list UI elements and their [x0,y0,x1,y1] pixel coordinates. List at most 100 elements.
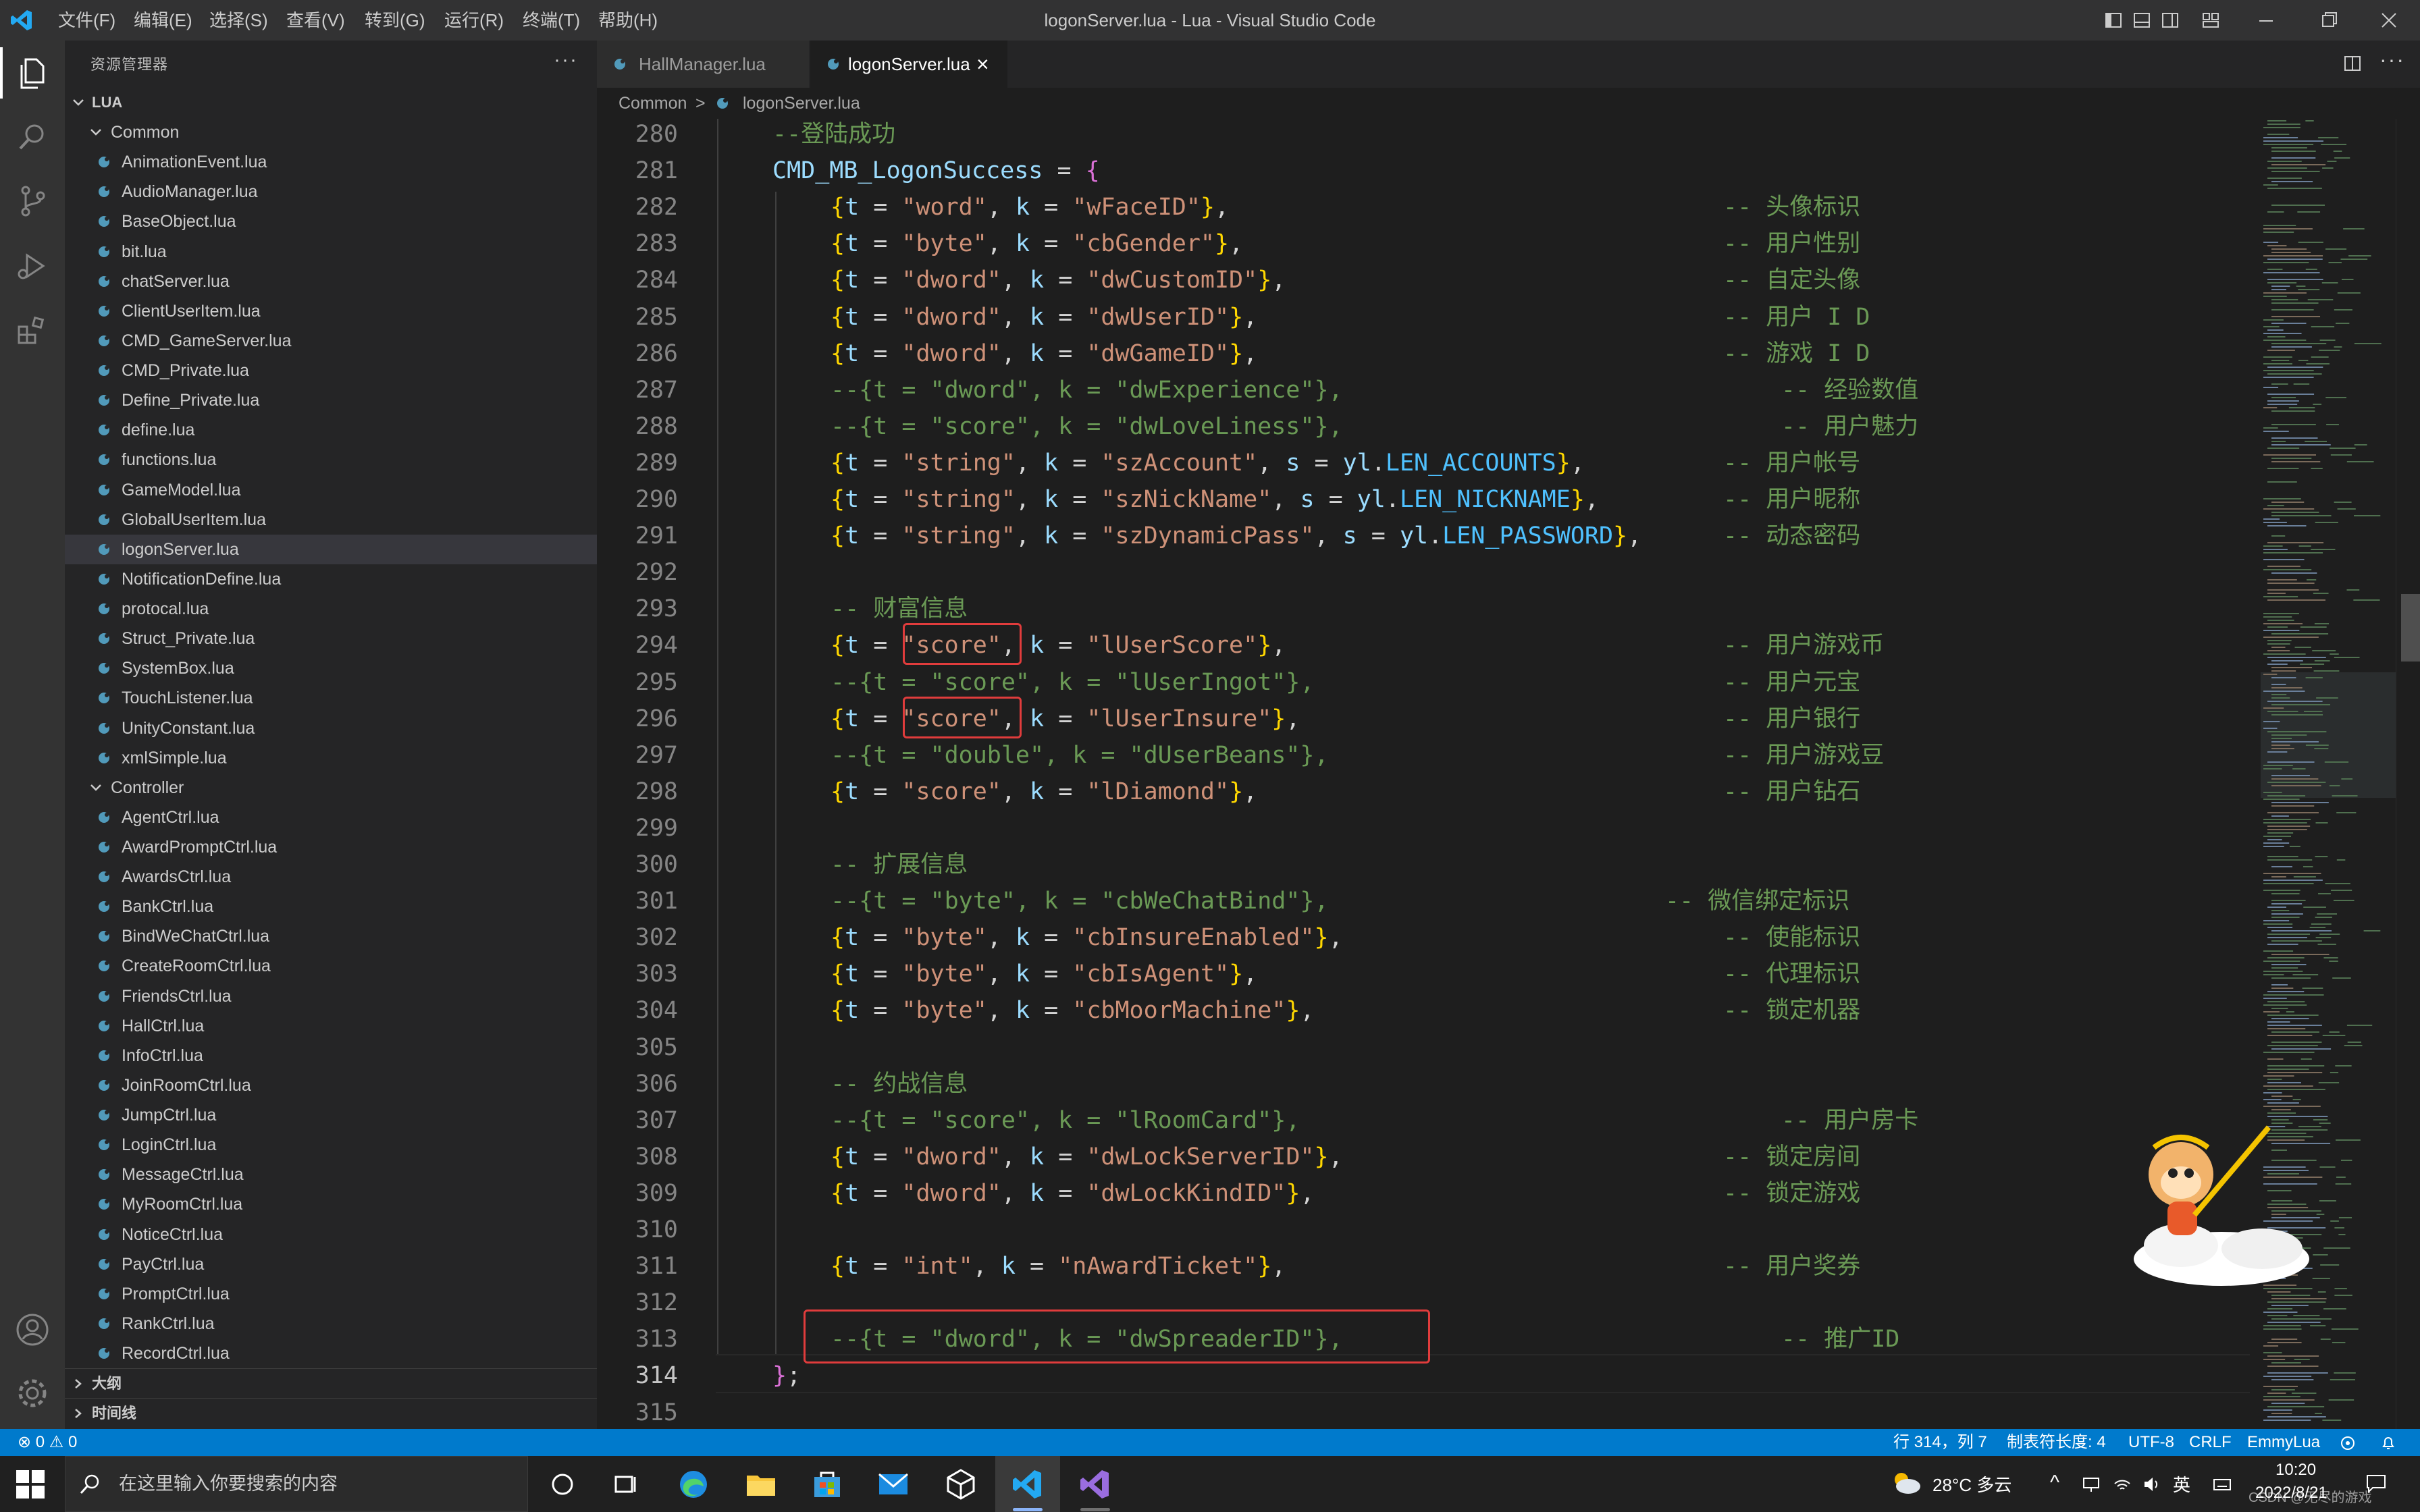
code-line[interactable]: {t = "score", k = "lUserInsure"}, [831,701,1300,737]
source-control-icon[interactable] [14,182,51,220]
tree-file[interactable]: GameModel.lua [65,475,597,505]
settings-gear-icon[interactable] [14,1374,51,1412]
restore-icon[interactable] [2297,0,2359,40]
tab-logonserver[interactable]: logonServer.lua × [810,40,1007,88]
tree-file[interactable]: BindWeChatCtrl.lua [65,921,597,951]
code-line[interactable]: --{t = "score", k = "dwLoveLiness"}, [831,408,1343,445]
tree-file[interactable]: CreateRoomCtrl.lua [65,951,597,981]
search-icon[interactable] [14,119,51,157]
tree-file[interactable]: GlobalUserItem.lua [65,505,597,535]
notifications-bell-icon[interactable] [2379,1434,2397,1451]
code-line[interactable]: --{t = "score", k = "lUserIngot"}, [831,664,1314,701]
menu-item[interactable]: 查看(V) [286,0,345,40]
unity-icon[interactable] [943,1466,979,1503]
wifi-icon[interactable] [2112,1474,2132,1494]
menu-item[interactable]: 编辑(E) [134,0,192,40]
tree-file[interactable]: PromptCtrl.lua [65,1279,597,1309]
tab-size[interactable]: 制表符长度: 4 [2007,1429,2106,1456]
menu-item[interactable]: 帮助(H) [598,0,658,40]
code-line[interactable]: {t = "string", k = "szNickName", s = yl.… [831,481,1599,518]
network-icon[interactable] [2081,1474,2101,1494]
tree-file[interactable]: AudioManager.lua [65,177,597,207]
microsoft-store-icon[interactable] [809,1466,845,1503]
menu-item[interactable]: 终端(T) [523,0,580,40]
customize-layout-icon[interactable] [2201,11,2220,30]
tree-file[interactable]: protocal.lua [65,594,597,624]
edge-browser-icon[interactable] [675,1466,712,1503]
tree-file[interactable]: LoginCtrl.lua [65,1130,597,1160]
code-line[interactable]: -- 扩展信息 [831,846,968,883]
tree-file[interactable]: HallCtrl.lua [65,1011,597,1041]
menu-item[interactable]: 选择(S) [209,0,268,40]
problems-indicator[interactable]: ⊗ 0 ⚠ 0 [18,1429,77,1456]
toggle-secondary-sidebar-icon[interactable] [2161,11,2180,30]
volume-icon[interactable] [2142,1474,2162,1494]
weather-text[interactable]: 28°C 多云 [1932,1472,2011,1496]
tree-file[interactable]: AnimationEvent.lua [65,147,597,177]
file-explorer-icon[interactable] [743,1466,779,1503]
tree-file[interactable]: chatServer.lua [65,267,597,296]
tree-file[interactable]: CMD_GameServer.lua [65,326,597,356]
code-line[interactable]: {t = "string", k = "szDynamicPass", s = … [831,518,1641,554]
notification-center-icon[interactable] [2365,1472,2388,1494]
code-line[interactable]: }; [772,1357,801,1394]
code-line[interactable]: {t = "byte", k = "cbIsAgent"}, [831,956,1257,992]
code-line[interactable]: -- 财富信息 [831,591,968,627]
menu-item[interactable]: 转到(G) [365,0,425,40]
tree-file[interactable]: BankCtrl.lua [65,892,597,921]
line-ending[interactable]: CRLF [2189,1429,2232,1456]
code-line[interactable]: {t = "score", k = "lDiamond"}, [831,774,1257,810]
tree-file[interactable]: RecordCtrl.lua [65,1339,597,1368]
language-mode[interactable]: EmmyLua [2247,1429,2320,1456]
tree-file[interactable]: RankCtrl.lua [65,1309,597,1339]
tree-file[interactable]: CMD_Private.lua [65,356,597,385]
tree-file[interactable]: NoticeCtrl.lua [65,1220,597,1249]
code-line[interactable]: {t = "string", k = "szAccount", s = yl.L… [831,445,1585,481]
feedback-icon[interactable] [2339,1434,2357,1452]
code-line[interactable]: {t = "dword", k = "dwCustomID"}, [831,262,1286,298]
code-line[interactable]: --{t = "byte", k = "cbWeChatBind"}, [831,883,1329,919]
tray-overflow-chevron-icon[interactable]: ^ [2050,1472,2059,1494]
tree-file[interactable]: xmlSimple.lua [65,743,597,773]
tree-file[interactable]: Define_Private.lua [65,385,597,415]
tree-file[interactable]: AgentCtrl.lua [65,803,597,832]
tree-file[interactable]: InfoCtrl.lua [65,1041,597,1071]
tree-file[interactable]: MessageCtrl.lua [65,1160,597,1189]
code-line[interactable]: CMD_MB_LogonSuccess = { [772,153,1100,189]
explorer-more-actions[interactable]: ··· [554,49,578,72]
files-icon[interactable] [14,54,51,92]
code-line[interactable]: {t = "byte", k = "cbGender"}, [831,225,1243,262]
minimize-icon[interactable] [2235,0,2297,40]
tree-file[interactable]: Struct_Private.lua [65,624,597,653]
timeline-panel-header[interactable]: 时间线 [65,1398,597,1428]
windows-start-icon[interactable] [15,1469,46,1500]
input-method-indicator[interactable]: 英 [2173,1472,2190,1496]
editor-more-actions[interactable]: ··· [2379,47,2405,72]
tree-file[interactable]: bit.lua [65,237,597,267]
code-line[interactable]: -- 约战信息 [831,1066,968,1102]
clock-time[interactable]: 10:20 [2276,1461,2316,1480]
code-line[interactable]: {t = "score", k = "lUserScore"}, [831,627,1286,664]
code-line[interactable]: {t = "dword", k = "dwLockKindID"}, [831,1175,1315,1212]
split-editor-icon[interactable] [2343,54,2362,73]
ime-keyboard-icon[interactable] [2212,1474,2232,1494]
tree-folder-common[interactable]: Common [65,117,597,147]
tab-close-icon[interactable]: × [976,40,989,88]
code-line[interactable]: {t = "dword", k = "dwGameID"}, [831,335,1257,372]
vertical-scrollbar[interactable] [2396,119,2420,1429]
breadcrumb-file[interactable]: logonServer.lua [743,88,860,119]
tree-file[interactable]: TouchListener.lua [65,683,597,713]
code-line[interactable]: {t = "int", k = "nAwardTicket"}, [831,1248,1286,1285]
visual-studio-icon[interactable] [1076,1466,1113,1503]
code-line[interactable]: {t = "dword", k = "dwLockServerID"}, [831,1139,1343,1175]
scrollbar-thumb[interactable] [2401,594,2420,662]
cortana-icon[interactable] [544,1466,581,1503]
code-line[interactable]: {t = "byte", k = "cbInsureEnabled"}, [831,919,1343,956]
code-line[interactable]: {t = "byte", k = "cbMoorMachine"}, [831,992,1315,1029]
code-line[interactable]: --{t = "double", k = "dUserBeans"}, [831,737,1329,774]
toggle-primary-sidebar-icon[interactable] [2104,11,2123,30]
code-line[interactable]: --{t = "score", k = "lRoomCard"}, [831,1102,1300,1139]
encoding[interactable]: UTF-8 [2128,1429,2174,1456]
tree-file[interactable]: UnityConstant.lua [65,713,597,743]
run-debug-icon[interactable] [14,247,51,285]
